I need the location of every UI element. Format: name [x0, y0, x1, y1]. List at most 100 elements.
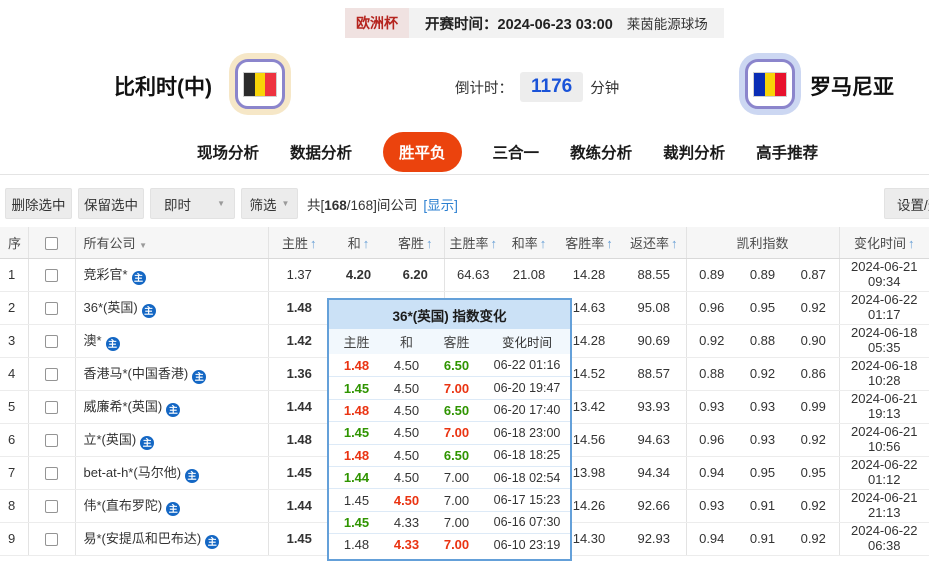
- keep-selected-button[interactable]: 保留选中: [78, 188, 144, 219]
- company-cell: 威廉希*(英国)主: [75, 390, 268, 423]
- tab-live-analysis[interactable]: 现场分析: [197, 141, 259, 163]
- settings-button[interactable]: 设置/选: [884, 188, 929, 219]
- row-checkbox[interactable]: [45, 500, 58, 513]
- home-odds-cell[interactable]: 1.44: [268, 390, 330, 423]
- popup-change-time: 06-20 19:47: [484, 381, 570, 395]
- row-index: 6: [0, 423, 28, 456]
- change-time-line: 2024-06-21: [840, 260, 929, 275]
- venue: 莱茵能源球场: [627, 13, 708, 33]
- popup-row: 1.484.337.0006-10 23:19: [329, 533, 570, 555]
- tabs-divider: [0, 174, 929, 175]
- popup-away-odds: 6.50: [429, 403, 484, 418]
- change-time-line: 2024-06-21: [840, 491, 929, 506]
- popup-home-odds: 1.44: [329, 470, 384, 485]
- change-time-line: 10:56: [840, 440, 929, 455]
- row-checkbox[interactable]: [45, 368, 58, 381]
- company-cell: 立*(英国)主: [75, 423, 268, 456]
- show-link[interactable]: [显示]: [423, 194, 458, 214]
- row-checkbox[interactable]: [45, 335, 58, 348]
- popup-row: 1.454.507.0006-20 19:47: [329, 376, 570, 398]
- company-name[interactable]: 立*(英国): [84, 432, 137, 447]
- change-time-cell: 2024-06-2110:56: [839, 423, 929, 456]
- home-odds-cell[interactable]: 1.45: [268, 522, 330, 555]
- row-checkbox-cell: [28, 324, 75, 357]
- row-checkbox[interactable]: [45, 533, 58, 546]
- return-rate-cell: 88.55: [622, 258, 686, 291]
- popup-home-odds: 1.45: [329, 493, 384, 508]
- home-odds-cell[interactable]: 1.44: [268, 489, 330, 522]
- col-header-company[interactable]: 所有公司 ▼: [75, 227, 268, 258]
- filter-dropdown[interactable]: 筛选 ▼: [241, 188, 298, 219]
- sort-asc-icon: ↑: [540, 236, 547, 251]
- popup-home-odds: 1.45: [329, 425, 384, 440]
- row-checkbox[interactable]: [45, 302, 58, 315]
- company-name[interactable]: 伟*(直布罗陀): [84, 498, 163, 513]
- change-time-line: 2024-06-22: [840, 458, 929, 473]
- time-mode-dropdown[interactable]: 即时 ▼: [150, 188, 235, 219]
- home-odds-cell[interactable]: 1.42: [268, 324, 330, 357]
- row-checkbox-cell: [28, 456, 75, 489]
- chevron-down-icon: ▼: [217, 199, 225, 208]
- tab-coach-analysis[interactable]: 教练分析: [570, 141, 632, 163]
- select-all-checkbox[interactable]: [28, 227, 75, 258]
- col-header-home-rate[interactable]: 主胜率↑: [444, 227, 502, 258]
- return-rate-cell: 93.93: [622, 390, 686, 423]
- tab-referee-analysis[interactable]: 裁判分析: [663, 141, 725, 163]
- home-odds-cell[interactable]: 1.48: [268, 423, 330, 456]
- change-time-line: 2024-06-21: [840, 392, 929, 407]
- tab-data-analysis[interactable]: 数据分析: [290, 141, 352, 163]
- home-odds-cell[interactable]: 1.36: [268, 357, 330, 390]
- company-name[interactable]: 易*(安提瓜和巴布达): [84, 531, 202, 546]
- kelly-away-cell: 0.90: [788, 324, 839, 357]
- time-mode-label: 即时: [164, 194, 191, 214]
- popup-draw-odds: 4.50: [384, 358, 429, 373]
- change-time-line: 01:12: [840, 473, 929, 488]
- company-name[interactable]: bet-at-h*(马尔他): [84, 465, 182, 480]
- away-odds-cell[interactable]: 6.20: [387, 258, 444, 291]
- company-cell: 竞彩官*主: [75, 258, 268, 291]
- popup-away-odds: 7.00: [429, 470, 484, 485]
- col-header-change-time[interactable]: 变化时间↑: [839, 227, 929, 258]
- return-rate-cell: 94.34: [622, 456, 686, 489]
- popup-home-odds: 1.48: [329, 358, 384, 373]
- row-checkbox[interactable]: [45, 401, 58, 414]
- sort-asc-icon: ↑: [606, 236, 613, 251]
- kelly-draw-cell: 0.95: [737, 456, 788, 489]
- tab-expert-picks[interactable]: 高手推荐: [756, 141, 818, 163]
- delete-selected-button[interactable]: 删除选中: [5, 188, 72, 219]
- popup-row: 1.484.506.5006-20 17:40: [329, 399, 570, 421]
- col-header-away-rate[interactable]: 客胜率↑: [556, 227, 622, 258]
- popup-row: 1.454.507.0006-18 23:00: [329, 421, 570, 443]
- company-name[interactable]: 威廉希*(英国): [84, 399, 163, 414]
- popup-change-time: 06-20 17:40: [484, 403, 570, 417]
- col-header-draw-odds[interactable]: 和↑: [330, 227, 387, 258]
- company-name[interactable]: 竞彩官*: [84, 267, 128, 282]
- row-checkbox[interactable]: [45, 269, 58, 282]
- tab-win-draw-lose[interactable]: 胜平负: [383, 132, 462, 172]
- home-odds-cell[interactable]: 1.45: [268, 456, 330, 489]
- countdown-unit: 分钟: [590, 77, 619, 98]
- kelly-home-cell: 0.89: [686, 258, 737, 291]
- popup-draw-odds: 4.50: [384, 448, 429, 463]
- popup-change-time: 06-18 23:00: [484, 426, 570, 440]
- row-checkbox[interactable]: [45, 434, 58, 447]
- company-name[interactable]: 香港马*(中国香港): [84, 366, 189, 381]
- company-name[interactable]: 澳*: [84, 333, 102, 348]
- home-odds-cell[interactable]: 1.37: [268, 258, 330, 291]
- home-odds-cell[interactable]: 1.48: [268, 291, 330, 324]
- col-header-home-odds[interactable]: 主胜↑: [268, 227, 330, 258]
- popup-away-odds: 7.00: [429, 515, 484, 530]
- away-rate-cell: 14.28: [556, 258, 622, 291]
- popup-away-odds: 7.00: [429, 537, 484, 552]
- col-header-away-odds[interactable]: 客胜↑: [387, 227, 444, 258]
- popup-header-row: 主胜 和 客胜 变化时间: [329, 329, 570, 354]
- company-name[interactable]: 36*(英国): [84, 300, 138, 315]
- col-header-draw-rate[interactable]: 和率↑: [502, 227, 556, 258]
- tab-three-in-one[interactable]: 三合一: [493, 141, 540, 163]
- sort-asc-icon: ↑: [426, 236, 433, 251]
- match-info-bar: 欧洲杯 开赛时间：2024-06-23 03:00 莱茵能源球场: [345, 8, 724, 38]
- col-header-return-rate[interactable]: 返还率↑: [622, 227, 686, 258]
- countdown-value: 1176: [520, 72, 583, 102]
- draw-odds-cell[interactable]: 4.20: [330, 258, 387, 291]
- row-checkbox[interactable]: [45, 467, 58, 480]
